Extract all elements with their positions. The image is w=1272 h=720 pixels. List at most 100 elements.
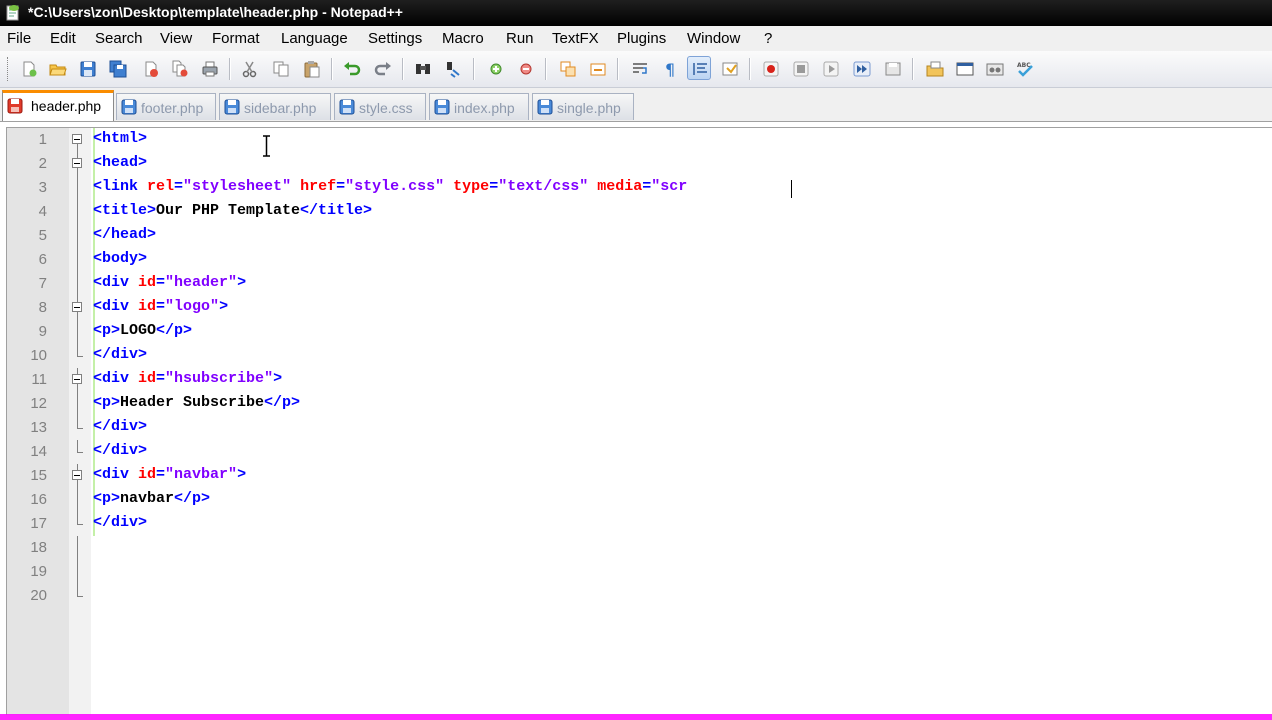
code-line[interactable]: 4 <title>Our PHP Template</title>	[7, 200, 1272, 224]
save-icon[interactable]	[75, 56, 99, 80]
code-text: <p>LOGO</p>	[93, 322, 192, 339]
menu-textfx[interactable]: TextFX	[552, 30, 599, 47]
code-token: id	[138, 274, 157, 291]
close-all-icon[interactable]	[167, 56, 191, 80]
save-all-icon[interactable]	[105, 56, 129, 80]
paste-icon[interactable]	[299, 56, 323, 80]
zoom-out-icon[interactable]	[513, 56, 537, 80]
code-line[interactable]: 18	[7, 536, 1272, 560]
code-token: </head>	[93, 226, 157, 243]
menu-search[interactable]: Search	[95, 30, 143, 47]
code-text: <head>	[93, 154, 147, 171]
spell-check-icon[interactable]: ABC	[1012, 56, 1036, 80]
code-token: <p>	[93, 322, 121, 339]
play-macro-icon[interactable]	[818, 56, 842, 80]
toolbar-separator	[912, 58, 913, 80]
menu-macro[interactable]: Macro	[442, 30, 484, 47]
fold-guide-line	[77, 320, 78, 344]
tab-header-php[interactable]: header.php	[2, 90, 114, 121]
line-number: 17	[30, 515, 47, 532]
menu-settings[interactable]: Settings	[368, 30, 422, 47]
tab-label: sidebar.php	[244, 100, 317, 116]
code-line[interactable]: 2 <head>	[7, 152, 1272, 176]
code-line[interactable]: 8 <div id="logo">	[7, 296, 1272, 320]
zoom-in-icon[interactable]	[483, 56, 507, 80]
code-token: "hsubscribe"	[165, 370, 274, 387]
menu-view[interactable]: View	[160, 30, 192, 47]
record-macro-icon[interactable]	[758, 56, 782, 80]
code-token: "logo"	[165, 298, 220, 315]
menu-language[interactable]: Language	[281, 30, 348, 47]
code-token: </p>	[156, 322, 193, 339]
tab-footer-php[interactable]: footer.php	[116, 93, 216, 120]
code-text: </div>	[93, 514, 147, 531]
fold-toggle-icon[interactable]	[72, 470, 82, 480]
undo-icon[interactable]	[339, 56, 363, 80]
stop-record-icon[interactable]	[788, 56, 812, 80]
code-line[interactable]: 16 <p>navbar</p>	[7, 488, 1272, 512]
redo-icon[interactable]	[370, 56, 394, 80]
code-line[interactable]: 15 <div id="navbar">	[7, 464, 1272, 488]
menu-file[interactable]: File	[7, 30, 31, 47]
code-line[interactable]: 10 </div>	[7, 344, 1272, 368]
folder-open-icon[interactable]	[922, 56, 946, 80]
word-wrap-icon[interactable]	[627, 56, 651, 80]
code-line[interactable]: 17 </div>	[7, 512, 1272, 536]
menu-edit[interactable]: Edit	[50, 30, 76, 47]
menu-run[interactable]: Run	[506, 30, 534, 47]
code-line[interactable]: 7 <div id="header">	[7, 272, 1272, 296]
code-line[interactable]: 12 <p>Header Subscribe</p>	[7, 392, 1272, 416]
code-token: <title>	[93, 202, 157, 219]
new-file-icon[interactable]	[16, 56, 40, 80]
launch-browser-icon[interactable]	[952, 56, 976, 80]
code-token: <html>	[93, 130, 148, 147]
code-line[interactable]: 9 <p>LOGO</p>	[7, 320, 1272, 344]
code-line[interactable]: 20	[7, 584, 1272, 608]
tab-style-css[interactable]: style.css	[334, 93, 426, 120]
code-editor[interactable]: 1 <html> 2 <head> 3 <link rel="stylesheet" hr…	[6, 127, 1272, 715]
menu-help[interactable]: ?	[764, 30, 772, 47]
code-line[interactable]: 19	[7, 560, 1272, 584]
fold-toggle-icon[interactable]	[72, 158, 82, 168]
tab-sidebar-php[interactable]: sidebar.php	[219, 93, 331, 120]
code-line[interactable]: 14 </div>	[7, 440, 1272, 464]
menu-plugins[interactable]: Plugins	[617, 30, 666, 47]
line-number: 9	[38, 323, 47, 340]
close-icon[interactable]	[138, 56, 162, 80]
code-line[interactable]: 5 </head>	[7, 224, 1272, 248]
notepadpp-app-icon[interactable]	[5, 4, 21, 21]
open-file-icon[interactable]	[45, 56, 69, 80]
cut-icon[interactable]	[237, 56, 261, 80]
indent-guide-icon[interactable]	[687, 56, 711, 80]
code-token: Header Subscribe	[120, 394, 265, 411]
code-line[interactable]: 1 <html>	[7, 128, 1272, 152]
find-icon[interactable]	[410, 56, 434, 80]
fold-toggle-icon[interactable]	[72, 134, 82, 144]
copy-icon[interactable]	[268, 56, 292, 80]
tab-index-php[interactable]: index.php	[429, 93, 529, 120]
toolbar-grip[interactable]	[7, 57, 11, 81]
save-macro-icon[interactable]	[880, 56, 904, 80]
toolbar-separator	[473, 58, 474, 80]
menu-format[interactable]: Format	[212, 30, 260, 47]
menu-window[interactable]: Window	[687, 30, 740, 47]
fold-toggle-icon[interactable]	[72, 374, 82, 384]
code-token: <p>	[93, 394, 121, 411]
toolbar-separator	[331, 58, 332, 80]
replace-icon[interactable]	[441, 56, 465, 80]
code-line[interactable]: 13 </div>	[7, 416, 1272, 440]
tab-single-php[interactable]: single.php	[532, 93, 634, 120]
fold-guide-line	[77, 176, 78, 200]
sync-vertical-icon[interactable]	[555, 56, 579, 80]
run-macro-multiple-icon[interactable]	[849, 56, 873, 80]
print-icon[interactable]	[197, 56, 221, 80]
fold-toggle-icon[interactable]	[72, 302, 82, 312]
code-line[interactable]: 3 <link rel="stylesheet" href="style.css"…	[7, 176, 1272, 200]
sync-horizontal-icon[interactable]	[585, 56, 609, 80]
code-token: <div	[93, 274, 139, 291]
code-line[interactable]: 6 <body>	[7, 248, 1272, 272]
code-line[interactable]: 11 <div id="hsubscribe">	[7, 368, 1272, 392]
compare-icon[interactable]	[982, 56, 1006, 80]
show-all-chars-icon[interactable]: ¶	[657, 56, 681, 80]
user-lang-icon[interactable]	[717, 56, 741, 80]
